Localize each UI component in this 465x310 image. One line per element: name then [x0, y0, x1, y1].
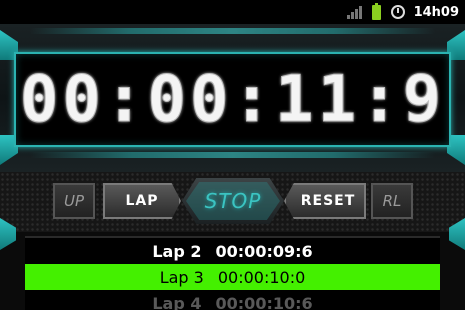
elapsed-time: 00:00:11:9: [19, 62, 446, 137]
lap-list[interactable]: Lap 2 00:00:09:6 Lap 3 00:00:10:0 Lap 4 …: [25, 236, 440, 310]
lap-label: Lap 4: [152, 293, 202, 310]
lap-row[interactable]: Lap 4 00:00:10:6: [25, 290, 440, 310]
alarm-icon: [390, 5, 405, 19]
status-time: 14h09: [413, 4, 459, 20]
lap-label: Lap 3: [159, 267, 204, 287]
lap-time: 00:00:10:6: [215, 293, 313, 310]
lap-label: Lap 2: [152, 241, 202, 261]
lap-row-selected[interactable]: Lap 3 00:00:10:0: [25, 264, 440, 290]
lap-time: 00:00:10:0: [217, 267, 306, 287]
lap-row[interactable]: Lap 2 00:00:09:6: [25, 238, 440, 264]
lap-time: 00:00:09:6: [215, 241, 313, 261]
status-bar: 14h09: [0, 0, 465, 24]
rl-button[interactable]: RL: [371, 183, 413, 219]
stopwatch-screen: 14h09 00:00:11:9 UP LAP STOP RESET RL La…: [0, 0, 465, 310]
reset-button[interactable]: RESET: [284, 183, 366, 219]
frame-accent-bottom: [30, 152, 435, 158]
up-button[interactable]: UP: [53, 183, 95, 219]
signal-icon: [346, 5, 362, 19]
time-display: 00:00:11:9: [14, 52, 451, 147]
lap-button[interactable]: LAP: [103, 183, 181, 219]
stop-button[interactable]: STOP: [182, 178, 284, 224]
frame-accent-top: [30, 28, 435, 34]
battery-icon: [371, 2, 381, 20]
